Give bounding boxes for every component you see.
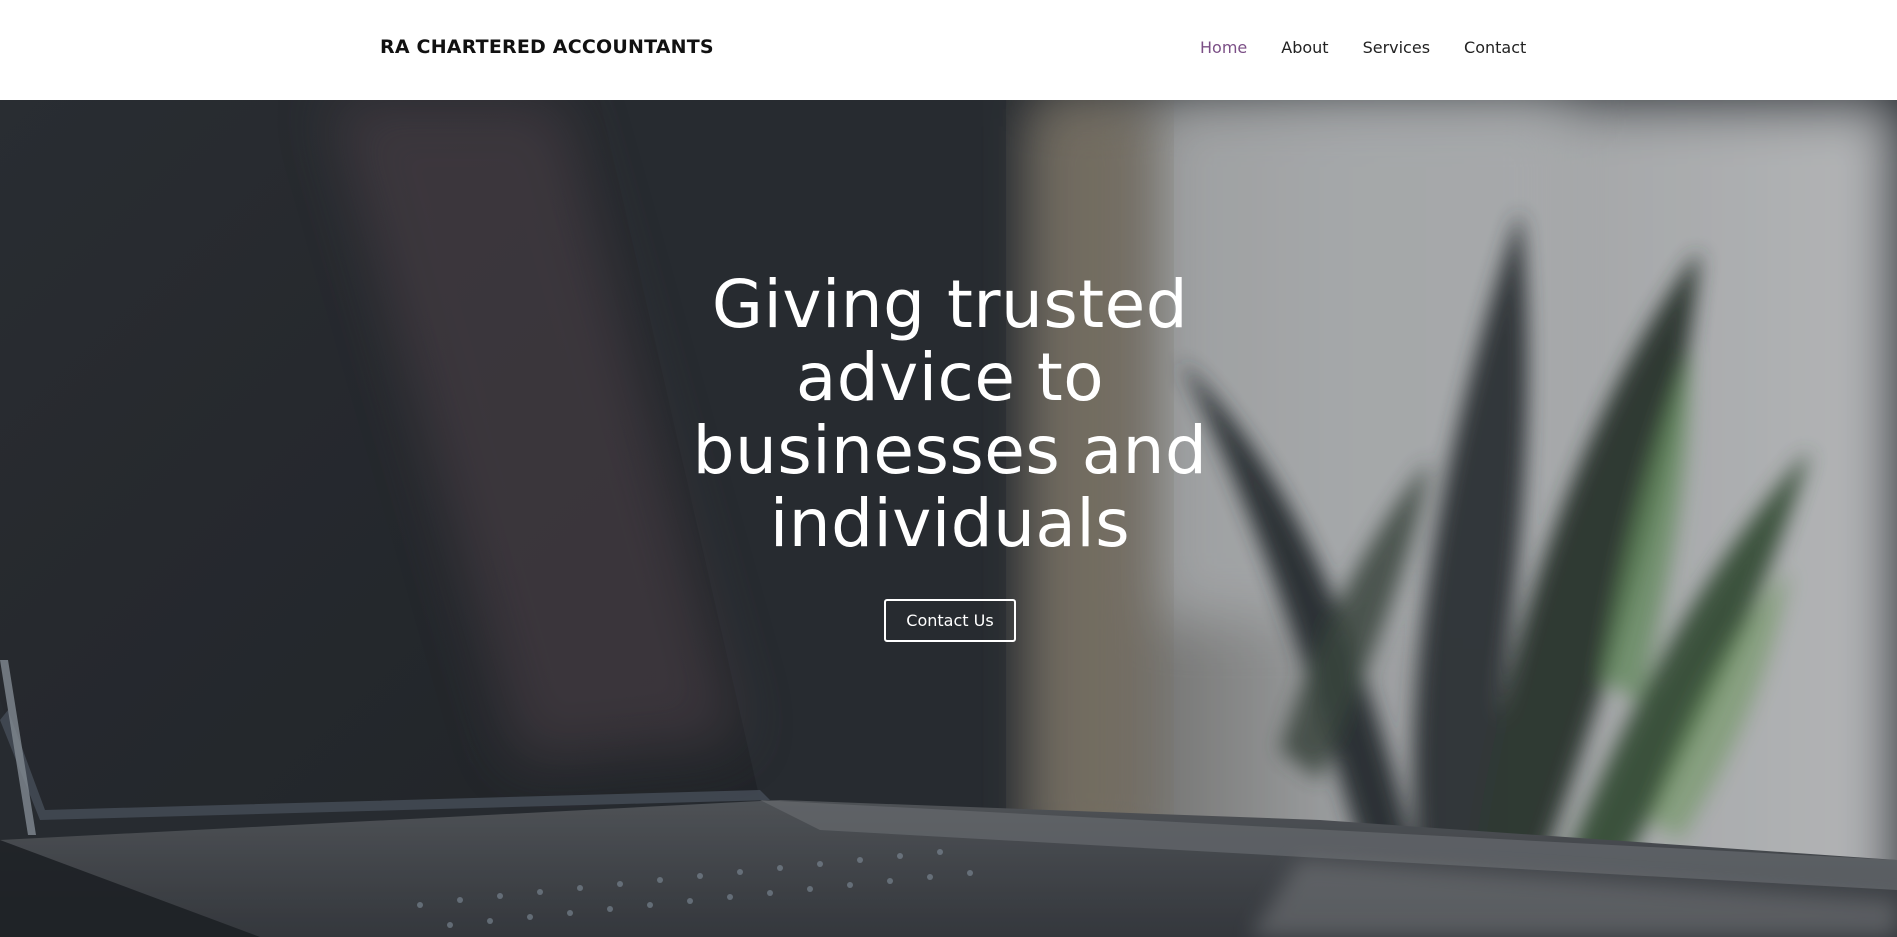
hero-content: Giving trusted advice to businesses and …: [650, 268, 1250, 642]
nav-link-home[interactable]: Home: [1200, 38, 1247, 57]
hero-heading: Giving trusted advice to businesses and …: [692, 266, 1208, 562]
contact-us-button[interactable]: Contact Us: [884, 599, 1016, 642]
hero-section: Giving trusted advice to businesses and …: [0, 100, 1897, 937]
nav-link-contact[interactable]: Contact: [1464, 38, 1526, 57]
site-header: RA CHARTERED ACCOUNTANTS Home About Serv…: [0, 0, 1897, 100]
site-logo-text[interactable]: RA CHARTERED ACCOUNTANTS: [380, 36, 714, 58]
nav-link-services[interactable]: Services: [1363, 38, 1430, 57]
nav-link-about[interactable]: About: [1281, 38, 1328, 57]
main-nav: Home About Services Contact: [1200, 38, 1526, 57]
